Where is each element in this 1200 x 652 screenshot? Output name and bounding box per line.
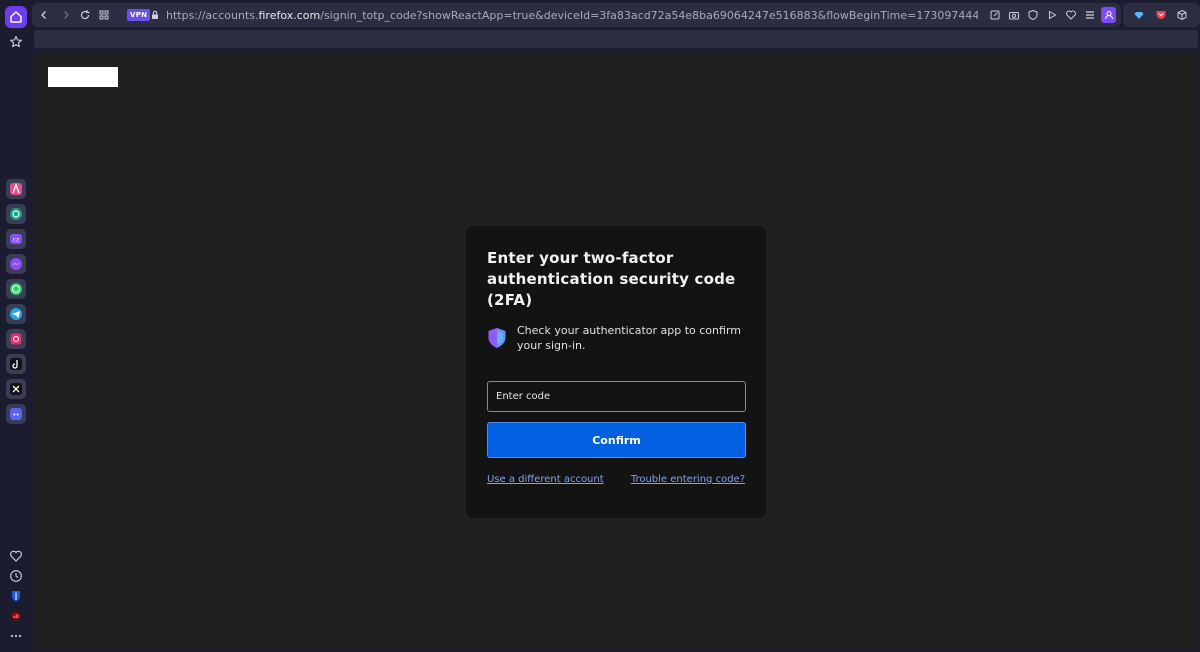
ublock-icon[interactable]: uO [6, 606, 26, 626]
extensions-cube-icon[interactable] [1175, 8, 1189, 22]
url-prefix: https://accounts. [166, 9, 259, 22]
shield-check-icon[interactable] [1026, 8, 1040, 22]
edit-icon[interactable] [988, 8, 1002, 22]
tiktok-icon[interactable] [6, 354, 26, 374]
confirm-button[interactable]: Confirm [487, 422, 746, 458]
shield-icon [487, 327, 507, 349]
pocket-icon[interactable] [1154, 8, 1168, 22]
cz-icon[interactable]: cz [6, 229, 26, 249]
extensions-area [1123, 3, 1200, 27]
chatgpt-icon[interactable] [6, 204, 26, 224]
logo-placeholder [48, 67, 118, 87]
svg-text:uO: uO [13, 614, 19, 619]
aria-icon[interactable] [6, 179, 26, 199]
instagram-icon[interactable] [6, 329, 26, 349]
page-content: Enter your two-factor authentication sec… [34, 52, 1198, 650]
play-icon[interactable] [1045, 8, 1059, 22]
use-different-account-link[interactable]: Use a different account [487, 474, 604, 485]
trouble-entering-code-link[interactable]: Trouble entering code? [631, 474, 745, 485]
lock-icon[interactable] [148, 8, 162, 22]
address-bar[interactable]: VPN https://accounts.firefox.com/signin_… [32, 3, 1121, 27]
url-path: /signin_totp_code?showReactApp=true&devi… [320, 9, 978, 22]
instruction-text: Check your authenticator app to confirm … [517, 324, 741, 352]
discord-icon[interactable] [6, 404, 26, 424]
telegram-icon[interactable] [6, 304, 26, 324]
whatsapp-icon[interactable] [6, 279, 26, 299]
page-title: Enter your two-factor authentication sec… [487, 249, 736, 309]
secondary-toolbar [34, 30, 1198, 48]
url-text[interactable]: https://accounts.firefox.com/signin_totp… [166, 8, 978, 24]
heart-icon[interactable] [6, 546, 26, 566]
profile-icon[interactable] [1101, 7, 1116, 23]
forward-icon[interactable] [59, 8, 73, 22]
x-icon[interactable] [6, 379, 26, 399]
more-icon[interactable] [6, 626, 26, 646]
code-input[interactable] [487, 381, 746, 412]
reload-icon[interactable] [78, 8, 92, 22]
svg-text:cz: cz [13, 237, 19, 244]
url-host: firefox.com [258, 9, 321, 22]
messenger-icon[interactable] [6, 254, 26, 274]
vpn-badge[interactable]: VPN [127, 9, 151, 21]
menu-icon[interactable] [1083, 8, 1097, 22]
camera-icon[interactable] [1007, 8, 1021, 22]
home-icon[interactable] [5, 6, 27, 28]
browser-sidebar: cz uO [0, 0, 32, 652]
tabs-grid-icon[interactable] [97, 8, 111, 22]
history-icon[interactable] [6, 566, 26, 586]
browser-toolbar: VPN https://accounts.firefox.com/signin_… [32, 0, 1200, 30]
star-icon[interactable] [6, 32, 26, 52]
gem-extension-icon[interactable] [1132, 8, 1146, 22]
bitwarden-icon[interactable] [6, 586, 26, 606]
back-icon[interactable] [37, 8, 51, 22]
two-factor-card: Enter your two-factor authentication sec… [466, 226, 766, 518]
heart-outline-icon[interactable] [1064, 8, 1078, 22]
